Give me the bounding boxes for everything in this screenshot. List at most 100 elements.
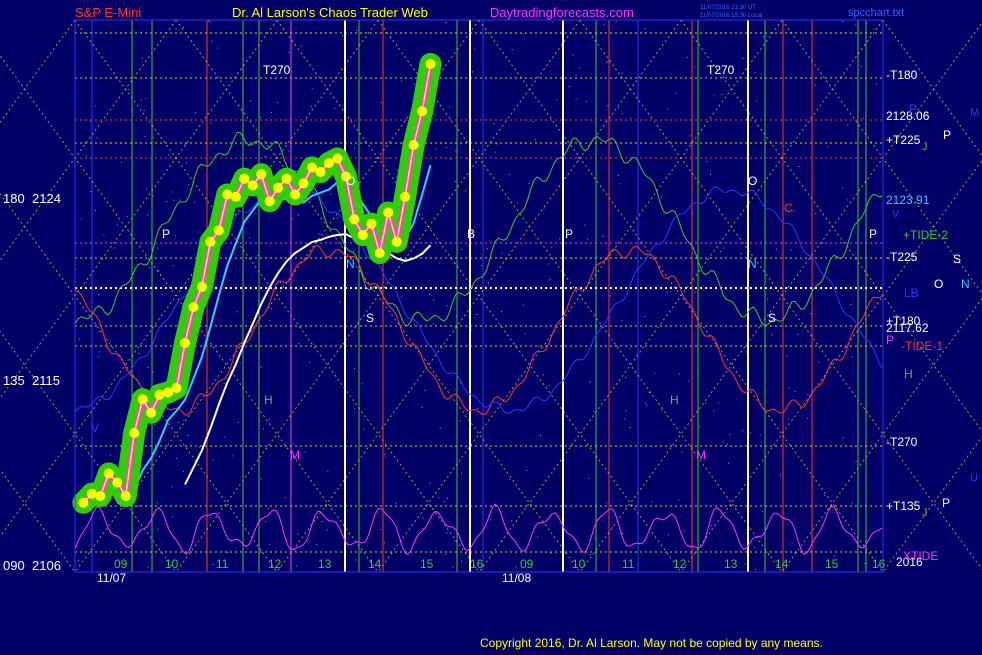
star [443,325,445,327]
star [644,28,646,30]
star [445,146,447,148]
y-angle-label: 090 [3,558,25,573]
star [161,294,163,295]
star [184,143,186,145]
star [552,21,554,23]
star [718,402,720,404]
star [311,88,313,90]
price-point [307,162,317,173]
chart-letter: C [784,201,793,215]
star [522,304,524,306]
star [799,166,801,167]
star [156,502,158,504]
star [171,486,173,488]
star [439,427,441,429]
star [644,316,646,317]
star [607,105,609,107]
side-letter: P [886,333,894,347]
price-point [323,158,334,168]
star [797,333,799,335]
star [103,234,105,236]
star [876,83,877,85]
side-letter: S [953,252,961,266]
star [548,384,550,386]
star [589,554,591,555]
star [445,22,447,23]
star [363,428,365,430]
star [532,121,534,123]
star [792,210,794,212]
star [511,49,513,50]
star [754,71,756,73]
star [745,118,747,120]
star [172,516,174,518]
x-tick-label: 10 [165,557,179,571]
star [720,251,722,253]
star [818,361,820,363]
price-point [129,428,140,438]
chart-letter: B [467,227,475,241]
star [212,564,214,566]
side-letter: LB [904,286,919,300]
star [152,371,154,373]
star [472,71,473,73]
star [577,160,579,162]
star [123,507,125,509]
right-tide-label: -T180 [886,68,918,82]
star [310,106,312,108]
star [527,289,529,290]
star [433,299,435,301]
star [210,122,212,124]
star [316,543,318,545]
star [79,338,81,340]
price-point [298,178,309,189]
star [493,123,494,125]
star [625,410,627,412]
chart-letter: P [869,227,877,241]
star [388,157,390,159]
star [688,380,690,382]
star [175,28,177,30]
star [514,289,516,291]
site-link[interactable]: Daytradingforecasts.com [490,5,634,20]
star [353,147,355,149]
price-point [247,180,258,191]
star [698,426,700,428]
star [575,74,577,76]
star [421,406,423,408]
star [279,281,281,283]
price-point [425,59,436,69]
star [450,158,452,160]
price-point [154,389,165,400]
price-point [400,191,411,202]
star [166,201,168,203]
star [607,61,609,63]
star [537,345,539,347]
star [528,183,530,185]
star [807,394,809,396]
star [288,51,290,53]
file-name: spcchart.txt [848,7,904,19]
star [762,36,764,37]
star [489,519,491,521]
author-title: Dr. Al Larson's Chaos Trader Web [232,5,428,20]
star [807,418,809,419]
y-price-label: 2124 [32,191,61,206]
star [617,175,619,176]
star [141,99,142,101]
star [98,351,100,353]
star [742,57,744,59]
chart-letter: H [670,393,679,407]
star [667,108,669,110]
price-point [95,491,106,501]
star [269,320,271,321]
star [729,434,731,436]
star [572,54,574,56]
price-point [256,169,267,180]
star [126,216,128,218]
star [465,190,467,192]
side-letter: H [904,367,913,381]
price-point [290,189,301,200]
price-point [188,302,199,312]
star [606,502,608,504]
